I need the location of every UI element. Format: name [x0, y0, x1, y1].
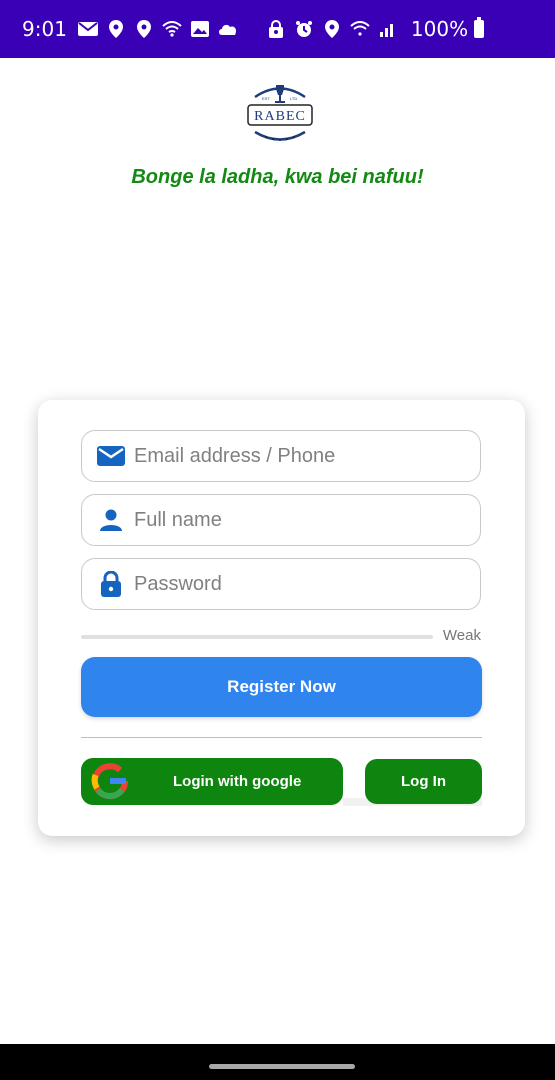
google-login-button[interactable]: Login with google — [81, 758, 343, 805]
location-icon — [133, 18, 155, 40]
slogan: Bonge la ladha, kwa bei nafuu! — [131, 166, 424, 188]
google-icon — [91, 762, 129, 800]
google-login-label: Login with google — [173, 773, 302, 790]
battery-level: 100% — [410, 17, 469, 41]
location-icon — [105, 18, 127, 40]
divider — [81, 737, 482, 738]
wifi-icon — [349, 18, 371, 40]
password-field[interactable]: Password — [81, 558, 481, 610]
register-button-label: Register Now — [227, 677, 336, 696]
rabec-logo: EST LTD RABEC — [240, 75, 320, 150]
alarm-icon — [293, 18, 315, 40]
lock-icon — [265, 18, 287, 40]
password-strength: Weak — [81, 627, 481, 647]
lock-icon — [96, 571, 126, 597]
battery-icon — [474, 17, 485, 38]
strength-label: Weak — [442, 627, 481, 644]
fullname-placeholder: Full name — [134, 508, 222, 531]
svg-text:RABEC: RABEC — [254, 109, 306, 124]
status-bar: 9:01 100% — [0, 0, 555, 58]
cloud-icon — [217, 18, 239, 40]
navigation-bar — [0, 1044, 555, 1080]
message-icon — [77, 18, 99, 40]
login-button-label: Log In — [401, 773, 446, 790]
wifi-icon — [161, 18, 183, 40]
register-button[interactable]: Register Now — [81, 657, 482, 717]
register-card: Email address / Phone Full name Password… — [38, 400, 525, 836]
email-placeholder: Email address / Phone — [134, 444, 336, 467]
status-time: 9:01 — [22, 17, 67, 41]
email-field[interactable]: Email address / Phone — [81, 430, 481, 482]
signal-icon — [377, 18, 399, 40]
password-placeholder: Password — [134, 572, 222, 595]
home-handle[interactable] — [209, 1064, 355, 1069]
person-icon — [96, 508, 126, 532]
login-button[interactable]: Log In — [365, 759, 482, 804]
strength-bar — [81, 635, 433, 639]
mail-icon — [96, 444, 126, 468]
image-icon — [189, 18, 211, 40]
fullname-field[interactable]: Full name — [81, 494, 481, 546]
svg-text:EST: EST — [262, 96, 270, 101]
location-icon — [321, 18, 343, 40]
svg-text:LTD: LTD — [290, 96, 297, 101]
